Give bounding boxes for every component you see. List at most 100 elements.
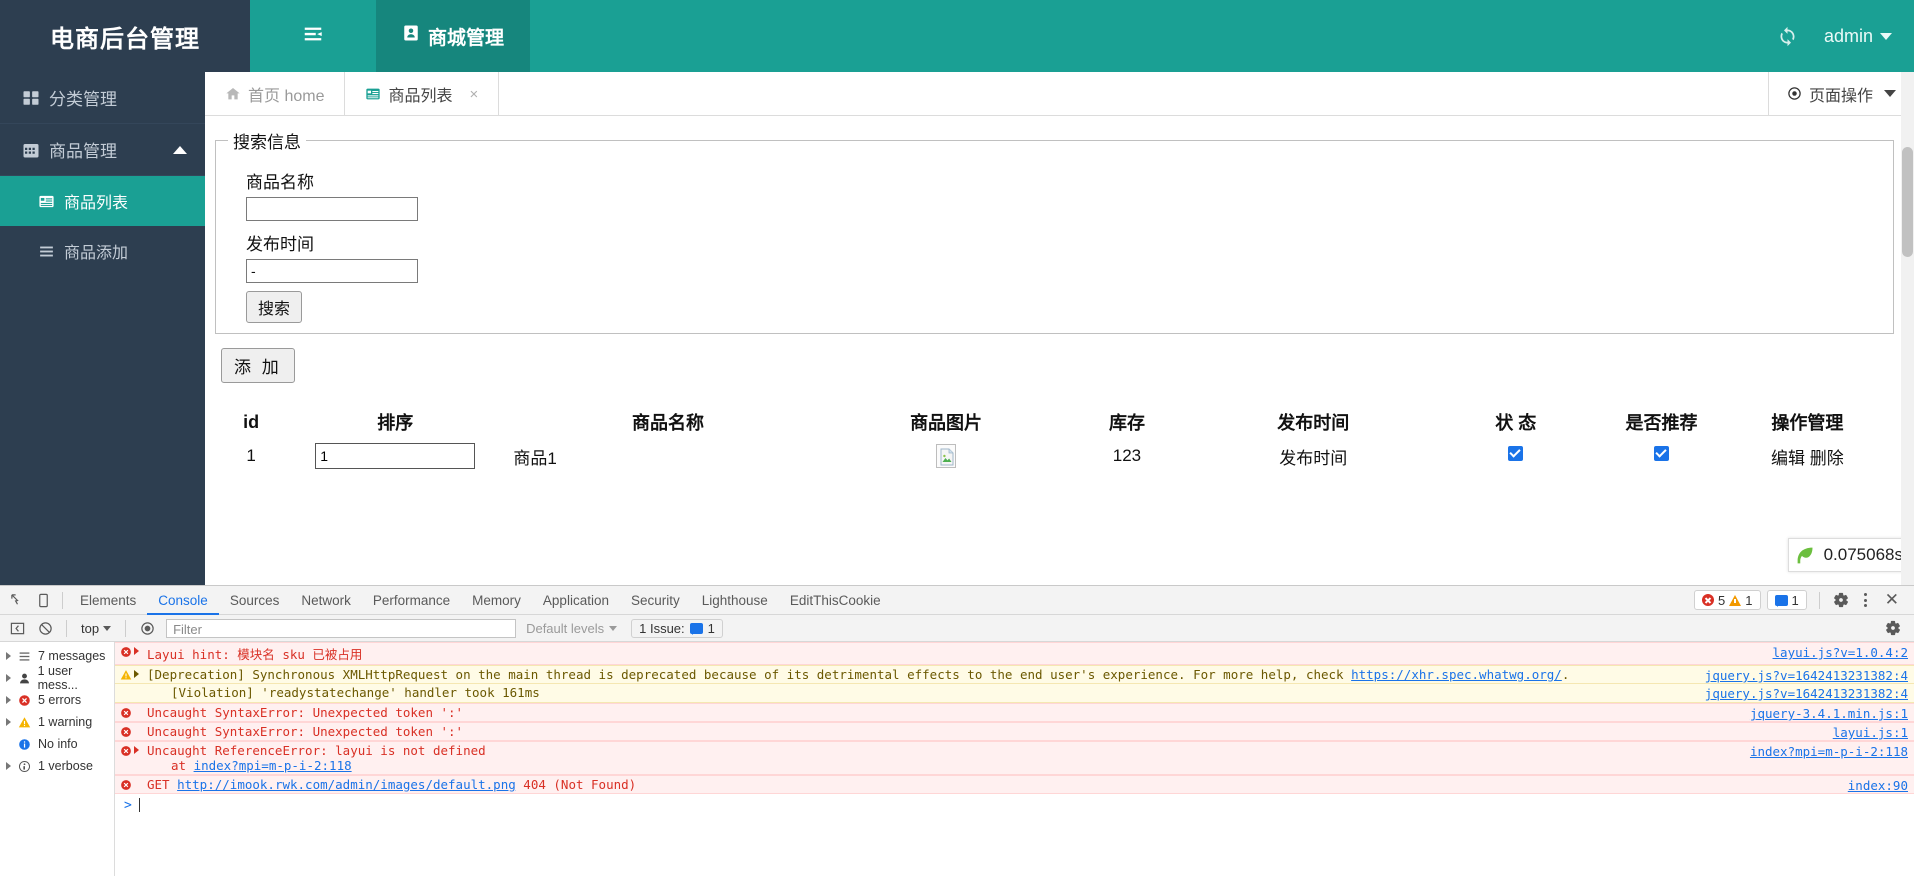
console-sidebar-item-info[interactable]: No info bbox=[0, 733, 114, 755]
chevron-down-icon bbox=[609, 625, 618, 631]
console-message-link[interactable]: https://xhr.spec.whatwg.org/ bbox=[1351, 667, 1562, 682]
product-name-label: 商品名称 bbox=[246, 173, 314, 192]
console-message-source[interactable]: jquery-3.4.1.min.js:1 bbox=[1750, 706, 1908, 721]
devtools-tab-editthiscookie[interactable]: EditThisCookie bbox=[779, 586, 892, 615]
expand-arrow-icon[interactable] bbox=[134, 647, 139, 655]
console-filter-input[interactable]: Filter bbox=[166, 618, 517, 638]
more-options-icon[interactable] bbox=[1856, 589, 1876, 611]
publish-time-label: 发布时间 bbox=[246, 235, 314, 254]
refresh-icon[interactable] bbox=[1777, 26, 1798, 47]
sidebar-item-label: 分类管理 bbox=[49, 90, 117, 109]
console-sidebar-item-errors[interactable]: 5 errors bbox=[0, 689, 114, 711]
error-icon bbox=[120, 726, 132, 741]
sidebar-toggle-button[interactable] bbox=[250, 0, 376, 72]
console-message[interactable]: Uncaught SyntaxError: Unexpected token '… bbox=[115, 722, 1914, 741]
status-checkbox[interactable] bbox=[1508, 446, 1524, 461]
console-message-source[interactable]: index?mpi=m-p-i-2:118 bbox=[1750, 744, 1908, 759]
sidebar-item-product-list[interactable]: 商品列表 bbox=[0, 176, 205, 226]
console-message[interactable]: [Deprecation] Synchronous XMLHttpRequest… bbox=[115, 665, 1914, 684]
table-header-row: id 排序 商品名称 商品图片 库存 发布时间 状 态 是否推荐 操作管理 bbox=[223, 405, 1883, 439]
cell-status bbox=[1440, 439, 1591, 473]
console-message-source[interactable]: layui.js?v=1.0.4:2 bbox=[1773, 645, 1908, 660]
col-sort: 排序 bbox=[377, 413, 414, 433]
devtools-tab-sources[interactable]: Sources bbox=[219, 586, 291, 615]
recommend-checkbox[interactable] bbox=[1654, 446, 1670, 461]
sidebar-item-product-management[interactable]: 商品管理 bbox=[0, 124, 205, 176]
console-message-text: [Deprecation] Synchronous XMLHttpRequest… bbox=[139, 667, 1914, 682]
console-message[interactable]: Uncaught SyntaxError: Unexpected token '… bbox=[115, 703, 1914, 722]
devtools-tab-lighthouse[interactable]: Lighthouse bbox=[691, 586, 779, 615]
console-message-text: Uncaught SyntaxError: Unexpected token '… bbox=[147, 724, 464, 739]
user-menu[interactable]: admin bbox=[1824, 26, 1892, 47]
clear-console-icon[interactable] bbox=[32, 616, 58, 640]
console-message[interactable]: Layui hint: 模块名 sku 已被占用 layui.js?v=1.0.… bbox=[115, 642, 1914, 665]
message-count-badge[interactable]: 1 bbox=[1766, 590, 1807, 610]
publish-time-input[interactable] bbox=[246, 259, 418, 283]
live-expression-eye-icon[interactable] bbox=[134, 616, 160, 640]
console-message-suffix: . bbox=[1561, 667, 1570, 682]
console-message-source[interactable]: index:90 bbox=[1848, 778, 1908, 793]
close-devtools-icon[interactable]: ✕ bbox=[1878, 590, 1906, 610]
delete-link[interactable]: 删除 bbox=[1810, 449, 1844, 468]
devtools-tab-performance[interactable]: Performance bbox=[362, 586, 461, 615]
stack-link[interactable]: index?mpi=m-p-i-2:118 bbox=[194, 758, 352, 773]
sort-input[interactable] bbox=[315, 443, 476, 469]
console-message-source[interactable]: jquery.js?v=1642413231382:4 bbox=[1705, 668, 1908, 683]
content-tab-home[interactable]: 首页 home bbox=[205, 72, 346, 116]
col-status: 状 态 bbox=[1495, 413, 1537, 433]
log-level-selector[interactable]: Default levels bbox=[526, 621, 618, 636]
execution-context-selector[interactable]: top bbox=[75, 621, 117, 636]
issues-label: 1 Issue: bbox=[639, 620, 685, 636]
nav-tab-mall-management[interactable]: 商城管理 bbox=[376, 0, 531, 72]
console-prompt[interactable]: > bbox=[115, 794, 1914, 816]
devtools-tab-network[interactable]: Network bbox=[290, 586, 362, 615]
sidebar-item-product-add[interactable]: 商品添加 bbox=[0, 226, 205, 276]
error-icon bbox=[120, 745, 132, 760]
console-message-source[interactable]: layui.js:1 bbox=[1833, 725, 1908, 740]
expand-arrow-icon[interactable] bbox=[134, 670, 139, 678]
console-settings-gear-icon[interactable] bbox=[1880, 616, 1906, 640]
cell-recommend bbox=[1591, 439, 1731, 473]
chevron-down-icon bbox=[1880, 32, 1892, 40]
devtools-tab-elements[interactable]: Elements bbox=[69, 586, 147, 615]
page-operations-label: 页面操作 bbox=[1808, 87, 1873, 105]
console-sidebar-item-warnings[interactable]: 1 warning bbox=[0, 711, 114, 733]
console-sidebar-item-verbose[interactable]: 1 verbose bbox=[0, 755, 114, 777]
col-stock: 库存 bbox=[1108, 413, 1145, 433]
page-operations-menu[interactable]: 页面操作 bbox=[1767, 72, 1914, 115]
console-message-link[interactable]: http://imook.rwk.com/admin/images/defaul… bbox=[177, 777, 516, 792]
cell-actions: 编辑 删除 bbox=[1732, 439, 1883, 473]
issues-badge[interactable]: 1 Issue: 1 bbox=[631, 618, 723, 638]
search-button[interactable]: 搜索 bbox=[246, 291, 303, 323]
divider bbox=[62, 591, 63, 609]
expand-arrow-icon[interactable] bbox=[134, 746, 139, 754]
content-tab-product-list[interactable]: 商品列表 × bbox=[345, 72, 500, 116]
console-settings-area bbox=[1880, 616, 1914, 640]
sidebar-item-category-management[interactable]: 分类管理 bbox=[0, 72, 205, 124]
console-sidebar-label: 1 warning bbox=[38, 715, 93, 729]
divider bbox=[125, 619, 127, 637]
message-count: 1 bbox=[1791, 592, 1799, 608]
device-toolbar-icon[interactable] bbox=[30, 588, 56, 612]
console-message[interactable]: [Violation] 'readystatechange' handler t… bbox=[115, 684, 1914, 703]
add-button[interactable]: 添 加 bbox=[221, 348, 295, 383]
close-icon[interactable]: × bbox=[470, 86, 479, 103]
console-message[interactable]: Uncaught ReferenceError: layui is not de… bbox=[115, 741, 1914, 775]
edit-link[interactable]: 编辑 bbox=[1771, 449, 1805, 468]
page-scrollbar-thumb[interactable] bbox=[1902, 147, 1913, 257]
console-message-text: [Violation] 'readystatechange' handler t… bbox=[171, 685, 540, 700]
devtools-tab-console[interactable]: Console bbox=[147, 586, 219, 615]
product-name-input[interactable] bbox=[246, 197, 418, 221]
col-actions: 操作管理 bbox=[1771, 413, 1844, 433]
inspect-element-icon[interactable] bbox=[4, 588, 30, 612]
devtools-tab-memory[interactable]: Memory bbox=[461, 586, 532, 615]
console-message-source[interactable]: jquery.js?v=1642413231382:4 bbox=[1705, 686, 1908, 701]
error-warning-counts[interactable]: 5 1 bbox=[1694, 590, 1761, 610]
page-scrollbar[interactable] bbox=[1901, 72, 1914, 585]
toggle-console-sidebar-icon[interactable] bbox=[4, 616, 30, 640]
console-sidebar-item-user-messages[interactable]: 1 user mess... bbox=[0, 664, 114, 692]
settings-gear-icon[interactable] bbox=[1828, 588, 1854, 612]
console-message[interactable]: GET http://imook.rwk.com/admin/images/de… bbox=[115, 775, 1914, 794]
devtools-tab-application[interactable]: Application bbox=[532, 586, 620, 615]
devtools-tab-security[interactable]: Security bbox=[620, 586, 691, 615]
